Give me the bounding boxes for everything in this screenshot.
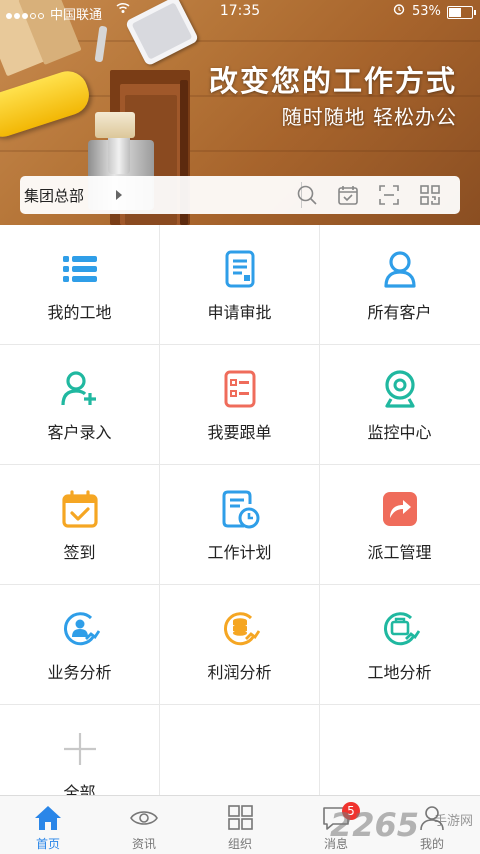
add-person-icon — [60, 369, 100, 409]
caret-right-icon[interactable] — [116, 190, 122, 200]
grid-divider — [159, 225, 160, 795]
grid-item-label: 我要跟单 — [207, 423, 272, 442]
grid-item-label: 所有客户 — [367, 303, 432, 322]
grid-item-check-in[interactable]: 签到 — [0, 465, 159, 584]
grid-divider — [0, 344, 480, 345]
tab-home[interactable]: 首页 — [0, 796, 96, 854]
grid-item-apply-approval[interactable]: 申请审批 — [160, 225, 319, 344]
webcam-icon — [380, 369, 420, 409]
grid-divider — [319, 225, 320, 795]
key-decoration — [94, 25, 108, 63]
scan-icon[interactable] — [377, 183, 401, 207]
org-selector-label[interactable]: 集团总部 — [24, 185, 84, 206]
grid-item-monitor-center[interactable]: 监控中心 — [320, 345, 479, 464]
grid-item-label: 客户录入 — [47, 423, 112, 442]
slogan-subtitle: 随时随地 轻松办公 — [281, 105, 457, 129]
calendar-check-icon — [60, 489, 100, 529]
document-icon — [220, 249, 260, 289]
grid-item-follow-orders[interactable]: 我要跟单 — [160, 345, 319, 464]
grid-item-label: 业务分析 — [47, 663, 112, 682]
profit-analysis-icon — [220, 609, 260, 649]
tab-label: 首页 — [35, 837, 60, 851]
org-search-bar: 集团总部 — [20, 176, 460, 214]
checklist-icon — [220, 369, 260, 409]
tab-organization[interactable]: 组织 — [192, 796, 288, 854]
grid-divider — [0, 464, 480, 465]
search-icon[interactable] — [295, 183, 319, 207]
grid-item-label: 工地分析 — [367, 663, 432, 682]
grid-item-label: 工作计划 — [207, 543, 272, 562]
grid-item-label: 签到 — [63, 543, 96, 562]
calendar-check-icon[interactable] — [336, 183, 360, 207]
eye-icon — [129, 804, 159, 832]
site-analysis-icon — [380, 609, 420, 649]
tab-label: 资讯 — [131, 837, 156, 851]
grid-divider — [0, 704, 480, 705]
clock: 17:35 — [219, 3, 261, 19]
grid-item-profit-analysis[interactable]: 利润分析 — [160, 585, 319, 704]
grid-item-business-analysis[interactable]: 业务分析 — [0, 585, 159, 704]
slogan-title: 改变您的工作方式 — [208, 64, 457, 98]
grid-icon — [225, 804, 255, 832]
plus-icon — [60, 729, 100, 769]
grid-item-customer-entry[interactable]: 客户录入 — [0, 345, 159, 464]
grid-item-label: 我的工地 — [47, 303, 112, 322]
qrcode-icon[interactable] — [418, 183, 442, 207]
grid-item-label: 利润分析 — [207, 663, 272, 682]
plan-clock-icon — [220, 489, 260, 529]
alarm-icon — [393, 3, 405, 18]
business-analysis-icon — [60, 609, 100, 649]
grid-item-label: 申请审批 — [207, 303, 272, 322]
grid-item-label: 监控中心 — [367, 423, 432, 442]
grid-item-dispatch-management[interactable]: 派工管理 — [320, 465, 479, 584]
grid-item-label: 派工管理 — [367, 543, 432, 562]
share-icon — [380, 489, 420, 529]
list-icon — [60, 249, 100, 289]
grid-divider — [0, 584, 480, 585]
tab-label: 组织 — [227, 837, 252, 851]
grid-item-my-sites[interactable]: 我的工地 — [0, 225, 159, 344]
grid-item-all-customers[interactable]: 所有客户 — [320, 225, 479, 344]
battery-icon — [447, 6, 476, 19]
tab-news[interactable]: 资讯 — [96, 796, 192, 854]
person-icon — [380, 249, 420, 289]
status-bar: 中国联通 17:35 53% — [0, 0, 480, 24]
battery-percent: 53% — [412, 4, 441, 19]
grid-item-site-analysis[interactable]: 工地分析 — [320, 585, 479, 704]
watermark-logo: 2265 手游网 — [330, 806, 474, 844]
feature-grid: 我的工地 申请审批 所有客户 客户录入 我要跟单 监控中心 签到 工作计划 派工… — [0, 225, 480, 824]
home-icon — [33, 804, 63, 832]
grid-item-work-plan[interactable]: 工作计划 — [160, 465, 319, 584]
